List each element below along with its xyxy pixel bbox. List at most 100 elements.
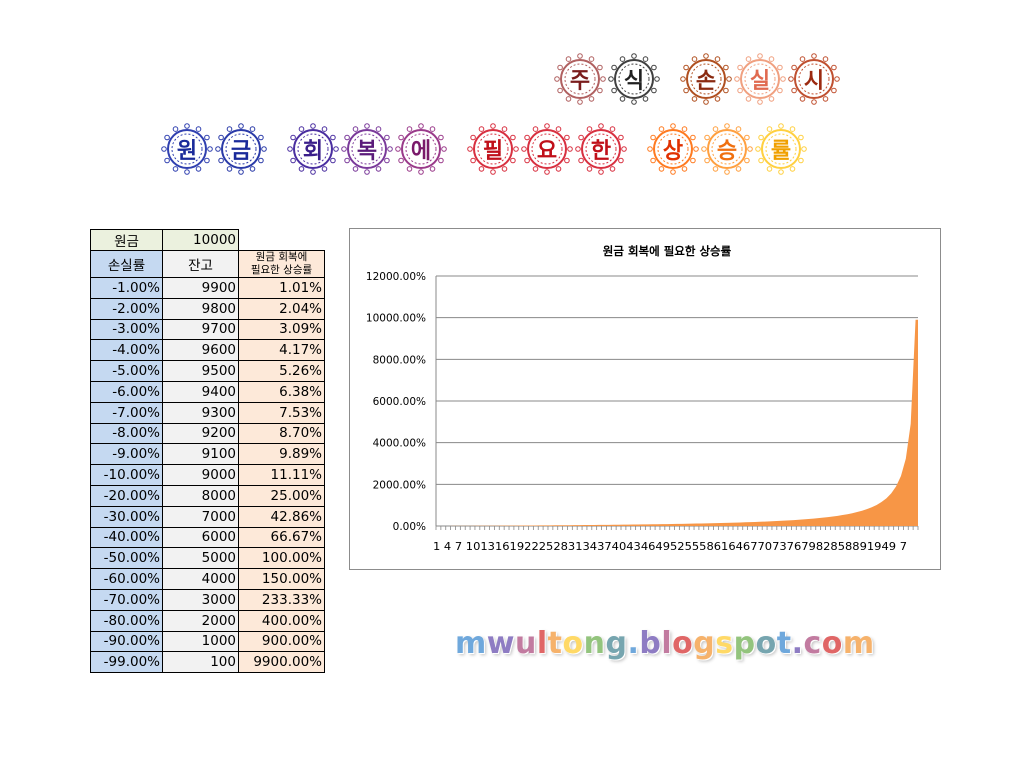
title-stamp-1-1: 식 (607, 52, 661, 106)
loss-rate-cell: -80.00% (90, 609, 163, 632)
required-gain-cell: 9.89% (238, 443, 325, 466)
title-stamp-2-4: 에 (394, 122, 448, 176)
blog-char: u (514, 626, 537, 661)
title-stamp-1-4: 시 (787, 52, 841, 106)
title-char: 률 (770, 139, 792, 164)
title-char: 손 (695, 69, 717, 94)
table-row: -70.00% 3000 233.33% (90, 588, 325, 611)
loss-rate-cell: -20.00% (90, 484, 163, 507)
balance-cell: 2000 (162, 609, 239, 632)
table-row: -50.00% 5000 100.00% (90, 547, 325, 570)
blog-char: t (547, 626, 563, 661)
balance-cell: 9000 (162, 464, 239, 486)
principal-row: 원금 10000 (90, 229, 325, 251)
title-char: 시 (803, 69, 825, 94)
table-row: -4.00% 9600 4.17% (90, 339, 325, 362)
balance-cell: 9600 (162, 339, 239, 362)
title-char: 에 (410, 139, 432, 164)
title-char: 실 (749, 69, 771, 94)
chart-title: 원금 회복에 필요한 상승률 (603, 244, 732, 258)
table-row: -10.00% 9000 11.11% (90, 464, 325, 486)
balance-cell: 6000 (162, 526, 239, 549)
title-stamp-2-1: 금 (214, 122, 268, 176)
title-stamp-1-0: 주 (553, 52, 607, 106)
required-gain-cell: 2.04% (238, 297, 325, 320)
title-stamp-2-5: 필 (466, 122, 520, 176)
header-required-gain: 원금 회복에 필요한 상승률 (238, 250, 325, 278)
title-stamp-2-2: 회 (286, 122, 340, 176)
chart-canvas: 원금 회복에 필요한 상승률 0.00% 2000.00% 4000.00% 6000.… (366, 244, 919, 553)
loss-rate-cell: -60.00% (90, 568, 163, 590)
y-tick-label: 2000.00% (373, 479, 426, 491)
recovery-chart: 원금 회복에 필요한 상승률 0.00% 2000.00% 4000.00% 6000.… (349, 228, 941, 570)
recovery-table: 원금 10000 손실률 잔고 원금 회복에 필요한 상승률 -1.00% 990… (90, 229, 325, 674)
loss-rate-cell: -7.00% (90, 401, 163, 424)
title-stamp-2-10: 률 (754, 122, 808, 176)
blog-char: b (639, 626, 662, 661)
table-row: -1.00% 9900 1.01% (90, 277, 325, 299)
blog-char: g (605, 626, 628, 661)
balance-cell: 9900 (162, 277, 239, 299)
table-row: -80.00% 2000 400.00% (90, 609, 325, 632)
table-row: -6.00% 9400 6.38% (90, 380, 325, 403)
blog-char: o (562, 626, 584, 661)
title-stamp-2-9: 승 (700, 122, 754, 176)
required-gain-cell: 5.26% (238, 360, 325, 382)
loss-rate-cell: -40.00% (90, 526, 163, 549)
title-stamp-2-3: 복 (340, 122, 394, 176)
title-stamp-2-0: 원 (160, 122, 214, 176)
blog-char: w (486, 626, 515, 661)
table-row: -7.00% 9300 7.53% (90, 401, 325, 424)
title-char: 복 (356, 139, 378, 164)
balance-cell: 8000 (162, 484, 239, 507)
balance-cell: 1000 (162, 630, 239, 653)
balance-cell: 9500 (162, 360, 239, 382)
loss-rate-cell: -5.00% (90, 360, 163, 382)
table-row: -2.00% 9800 2.04% (90, 297, 325, 320)
blog-char: p (733, 626, 756, 661)
balance-cell: 9800 (162, 297, 239, 320)
balance-cell: 9100 (162, 443, 239, 466)
loss-rate-cell: -8.00% (90, 422, 163, 445)
y-tick-label: 12000.00% (366, 271, 426, 283)
blog-char: . (791, 626, 804, 661)
title-char: 식 (623, 69, 645, 94)
header-loss-rate: 손실률 (90, 250, 163, 278)
header-row: 손실률 잔고 원금 회복에 필요한 상승률 (90, 250, 325, 278)
title-stamp-2-6: 요 (520, 122, 574, 176)
blog-char: o (755, 626, 777, 661)
required-gain-cell: 233.33% (238, 588, 325, 611)
title-char: 금 (230, 139, 252, 164)
table-row: -90.00% 1000 900.00% (90, 630, 325, 653)
blog-char: g (693, 626, 716, 661)
required-gain-cell: 1.01% (238, 277, 325, 299)
required-gain-cell: 400.00% (238, 609, 325, 632)
loss-rate-cell: -6.00% (90, 380, 163, 403)
blog-char: o (672, 626, 694, 661)
blog-char: m (842, 626, 875, 661)
balance-cell: 3000 (162, 588, 239, 611)
y-tick-label: 6000.00% (373, 396, 426, 408)
blog-char: l (536, 626, 548, 661)
required-gain-cell: 7.53% (238, 401, 325, 424)
blog-char: t (776, 626, 792, 661)
title-char: 승 (716, 139, 738, 164)
balance-cell: 100 (162, 651, 239, 674)
title-char: 필 (482, 139, 504, 164)
title-line-2: 원금회복에필요한상승률 (160, 122, 808, 176)
title-char: 원 (176, 139, 198, 164)
y-tick-label: 8000.00% (373, 354, 426, 366)
balance-cell: 5000 (162, 547, 239, 570)
y-tick-label: 10000.00% (366, 313, 426, 325)
title-stamp-1-3: 실 (733, 52, 787, 106)
title-stamp-1-2: 손 (679, 52, 733, 106)
loss-rate-cell: -10.00% (90, 464, 163, 486)
loss-rate-cell: -50.00% (90, 547, 163, 570)
loss-rate-cell: -30.00% (90, 505, 163, 528)
blog-char: n (583, 626, 606, 661)
table-row: -30.00% 7000 42.86% (90, 505, 325, 528)
title-line-1: 주식 손 실 시 (553, 52, 841, 106)
loss-rate-cell: -3.00% (90, 318, 163, 341)
blog-char: s (715, 626, 734, 661)
blog-char: m (455, 626, 487, 661)
